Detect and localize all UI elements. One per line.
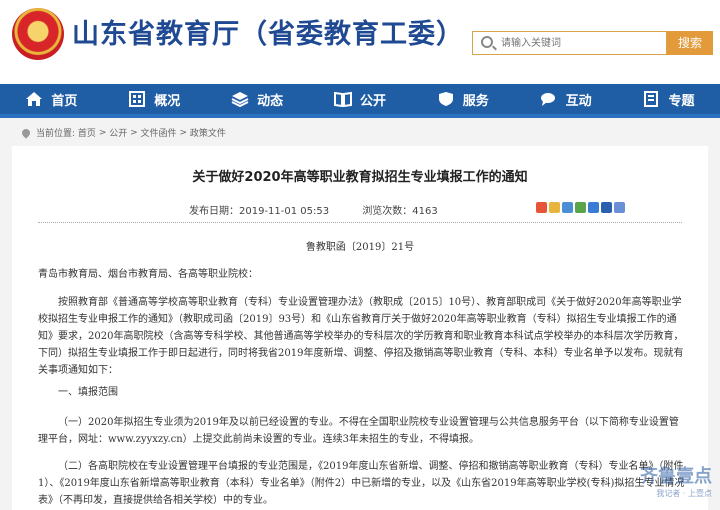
main-nav: 首页 概况 动态 公开 服务 互动 专题 <box>0 84 720 118</box>
site-header: ★ 山东省教育厅（省委教育工委） 搜索 <box>0 0 720 84</box>
article-content: 关于做好2020年高等职业教育拟招生专业填报工作的通知 发布日期：2019-11… <box>12 146 708 510</box>
home-icon <box>25 91 43 107</box>
share-tqq-icon[interactable] <box>588 202 599 213</box>
nav-item-topics[interactable]: 专题 <box>642 90 694 109</box>
paragraph-scope-2: （二）各高职院校在专业设置管理平台填报的专业范围是，《2019年度山东省新增、调… <box>38 461 685 506</box>
nav-label: 互动 <box>565 93 592 109</box>
view-count: 浏览次数：4163 <box>362 206 438 217</box>
breadcrumb-sep: > <box>98 127 107 138</box>
paragraph-intro: 按照教育部《普通高等学校高等职业教育（专科）专业设置管理办法》（教职成〔2015… <box>38 297 684 376</box>
share-more-icon[interactable] <box>614 202 625 213</box>
location-pin-icon <box>20 126 32 139</box>
breadcrumb-public[interactable]: 公开 <box>109 126 127 139</box>
breadcrumb-label: 当前位置: <box>36 129 76 139</box>
search-icon <box>481 36 493 48</box>
divider <box>38 222 682 223</box>
section-heading: 一、填报范围 <box>58 387 118 398</box>
nav-item-news[interactable]: 动态 <box>231 90 283 109</box>
building-icon <box>128 91 146 107</box>
nav-label: 动态 <box>257 93 284 109</box>
paragraph-scope-1: （一）2020年拟招生专业须为2019年及以前已经设置的专业。不得在全国职业院校… <box>38 417 679 445</box>
nav-item-service[interactable]: 服务 <box>437 90 489 109</box>
nav-label: 公开 <box>359 93 386 109</box>
breadcrumb-sep: > <box>179 127 187 138</box>
search-box[interactable] <box>472 31 667 55</box>
breadcrumb-policy[interactable]: 政策文件 <box>190 126 226 139</box>
shield-icon <box>437 91 455 107</box>
share-qq-icon[interactable] <box>562 202 573 213</box>
book-icon <box>333 91 352 107</box>
chat-icon <box>540 91 558 107</box>
share-bar <box>536 202 627 213</box>
nav-item-overview[interactable]: 概况 <box>128 90 180 109</box>
breadcrumb-home[interactable]: 首页 <box>78 126 96 139</box>
nav-item-interact[interactable]: 互动 <box>540 90 592 109</box>
document-number: 鲁教职函〔2019〕21号 <box>305 242 415 253</box>
site-title[interactable]: 山东省教育厅（省委教育工委） <box>72 12 464 51</box>
document-icon <box>642 91 660 107</box>
breadcrumb-files[interactable]: 文件函件 <box>141 126 177 139</box>
search-button[interactable]: 搜索 <box>667 31 713 55</box>
share-qzone-icon[interactable] <box>549 202 560 213</box>
search-input[interactable] <box>501 34 661 52</box>
nav-item-home[interactable]: 首页 <box>25 90 77 109</box>
article-title: 关于做好2020年高等职业教育拟招生专业填报工作的通知 <box>192 170 528 185</box>
layers-icon <box>231 91 249 107</box>
share-weibo-icon[interactable] <box>536 202 547 213</box>
nav-label: 专题 <box>668 93 695 109</box>
share-wechat-icon[interactable] <box>575 202 586 213</box>
nav-item-public[interactable]: 公开 <box>333 90 386 109</box>
breadcrumb: 当前位置: 首页 > 公开 > 文件函件 > 政策文件 <box>20 126 226 139</box>
national-emblem-icon: ★ <box>12 8 64 60</box>
breadcrumb-sep: > <box>130 127 138 138</box>
nav-label: 首页 <box>51 93 78 109</box>
article-meta: 发布日期：2019-11-01 05:53 浏览次数：4163 <box>189 202 468 217</box>
share-renren-icon[interactable] <box>601 202 612 213</box>
addressee: 青岛市教育局、烟台市教育局、各高等职业院校： <box>38 269 258 280</box>
publish-date: 发布日期：2019-11-01 05:53 <box>189 206 330 217</box>
nav-label: 概况 <box>154 93 181 109</box>
nav-label: 服务 <box>462 93 489 109</box>
